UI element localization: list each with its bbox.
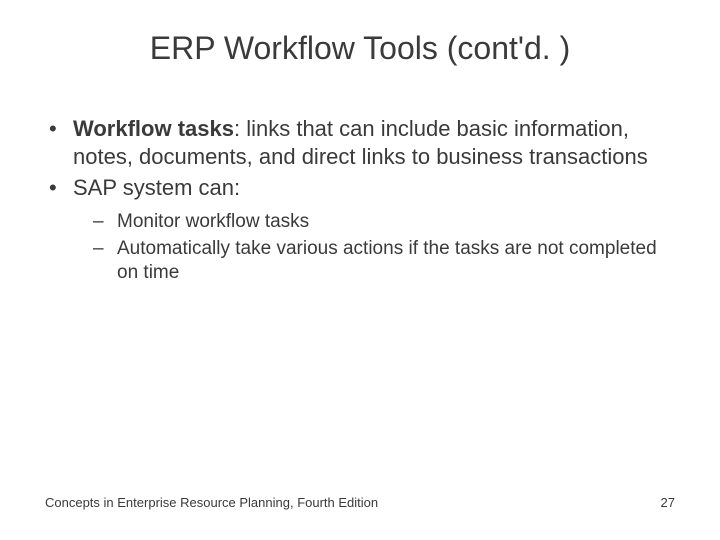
- bullet-workflow-tasks: Workflow tasks: links that can include b…: [45, 115, 675, 170]
- page-number: 27: [661, 495, 675, 510]
- bullet-list: Workflow tasks: links that can include b…: [45, 115, 675, 285]
- sub-bullet-list: Monitor workflow tasks Automatically tak…: [73, 210, 675, 285]
- footer-left: Concepts in Enterprise Resource Planning…: [45, 495, 378, 510]
- slide-footer: Concepts in Enterprise Resource Planning…: [45, 495, 675, 510]
- bullet-sap-system: SAP system can: Monitor workflow tasks A…: [45, 174, 675, 285]
- sub-bullet-auto-actions: Automatically take various actions if th…: [73, 237, 675, 285]
- bullet-term: Workflow tasks: [73, 116, 234, 141]
- slide: ERP Workflow Tools (cont'd. ) Workflow t…: [0, 0, 720, 540]
- sub-bullet-monitor: Monitor workflow tasks: [73, 210, 675, 234]
- slide-body: Workflow tasks: links that can include b…: [45, 115, 675, 289]
- bullet-text: SAP system can:: [73, 175, 240, 200]
- slide-title: ERP Workflow Tools (cont'd. ): [0, 30, 720, 67]
